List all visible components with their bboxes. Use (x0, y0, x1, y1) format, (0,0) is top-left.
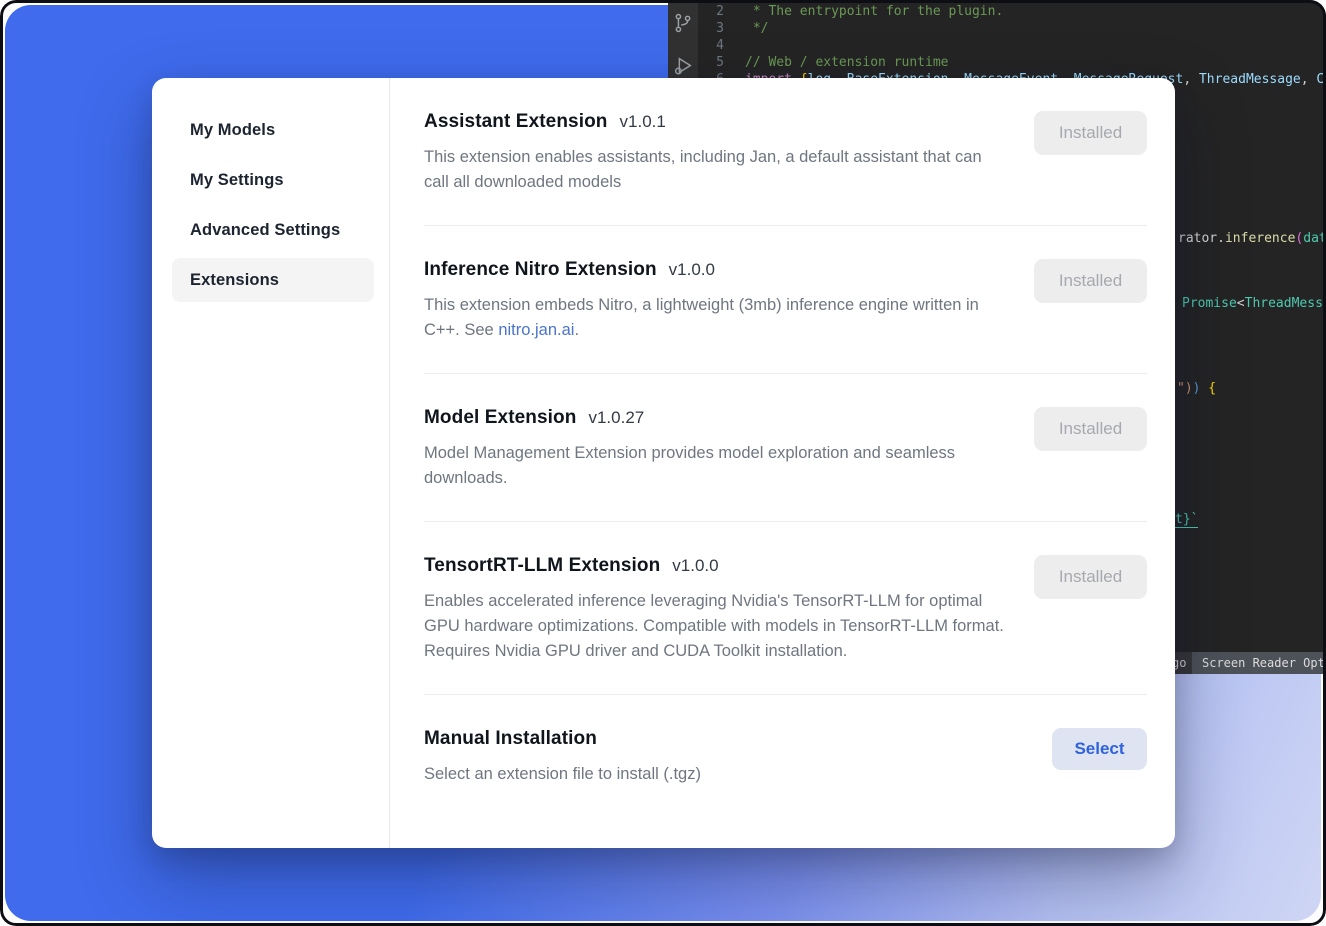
extension-description: This extension enables assistants, inclu… (424, 145, 1004, 195)
extensions-panel: Assistant Extension v1.0.1 This extensio… (390, 78, 1175, 848)
manual-installation-description: Select an extension file to install (.tg… (424, 762, 1009, 787)
manual-installation-title: Manual Installation (424, 728, 597, 750)
source-control-icon[interactable] (672, 12, 694, 39)
installed-button[interactable]: Installed (1034, 259, 1147, 303)
extension-description: This extension embeds Nitro, a lightweig… (424, 293, 1004, 343)
installed-button[interactable]: Installed (1034, 407, 1147, 451)
extension-title: TensortRT-LLM Extension (424, 555, 660, 577)
extension-title: Model Extension (424, 407, 576, 429)
extension-version: v1.0.1 (620, 112, 666, 132)
sidebar-item-my-settings[interactable]: My Settings (172, 158, 374, 202)
extension-row-inference-nitro: Inference Nitro Extension v1.0.0 This ex… (424, 226, 1147, 374)
code-fragment: rator.inference(data)); (1178, 230, 1326, 247)
code-line: 4 (698, 37, 1326, 54)
screen-reader-optimized-badge[interactable]: Screen Reader Optimiz (1192, 652, 1326, 674)
manual-installation-row: Manual Installation Select an extension … (424, 695, 1147, 817)
sidebar-item-advanced-settings[interactable]: Advanced Settings (172, 208, 374, 252)
extension-row-tensorrt-llm: TensortRT-LLM Extension v1.0.0 Enables a… (424, 522, 1147, 695)
sidebar-item-extensions[interactable]: Extensions (172, 258, 374, 302)
extension-row-model: Model Extension v1.0.27 Model Management… (424, 374, 1147, 522)
code-fragment: Promise<ThreadMessage> (1182, 295, 1326, 312)
settings-modal: My Models My Settings Advanced Settings … (152, 78, 1175, 848)
code-fragment: t}` (1175, 511, 1198, 528)
extension-version: v1.0.27 (588, 408, 644, 428)
line-number: 3 (698, 20, 724, 37)
extension-version: v1.0.0 (672, 556, 718, 576)
app-screenshot: 2 * The entrypoint for the plugin. 3 */ … (0, 0, 1326, 926)
nitro-jan-ai-link[interactable]: nitro.jan.ai (498, 321, 574, 339)
installed-button[interactable]: Installed (1034, 111, 1147, 155)
code-line: 2 * The entrypoint for the plugin. (698, 3, 1326, 20)
settings-sidebar: My Models My Settings Advanced Settings … (152, 78, 390, 848)
code-fragment: ")) { (1177, 380, 1216, 397)
line-number: 5 (698, 54, 724, 71)
line-number: 4 (698, 37, 724, 54)
extension-title: Inference Nitro Extension (424, 259, 657, 281)
code-line: 3 */ (698, 20, 1326, 37)
extension-description: Enables accelerated inference leveraging… (424, 589, 1004, 664)
code-line: 5// Web / extension runtime (698, 54, 1326, 71)
select-file-button[interactable]: Select (1052, 728, 1147, 770)
line-number: 2 (698, 3, 724, 20)
sidebar-item-my-models[interactable]: My Models (172, 108, 374, 152)
extension-row-assistant: Assistant Extension v1.0.1 This extensio… (424, 78, 1147, 226)
extension-title: Assistant Extension (424, 111, 608, 133)
extension-version: v1.0.0 (669, 260, 715, 280)
extension-description: Model Management Extension provides mode… (424, 441, 1004, 491)
installed-button[interactable]: Installed (1034, 555, 1147, 599)
